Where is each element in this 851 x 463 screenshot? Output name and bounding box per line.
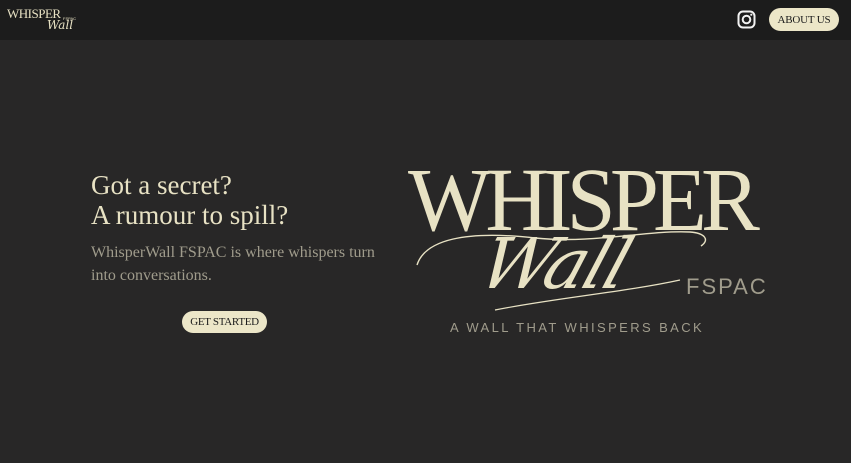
header-logo-wall: Wall <box>47 18 74 32</box>
brand-logo-suffix: FSPAC <box>686 274 768 299</box>
hero-headline-line-1: Got a secret? <box>91 170 232 200</box>
brand-logo: WHISPER Wall FSPAC <box>405 156 768 340</box>
brand-tagline: A WALL THAT WHISPERS BACK <box>450 320 705 335</box>
get-started-button[interactable]: GET STARTED <box>182 311 267 333</box>
about-us-button[interactable]: ABOUT US <box>769 8 839 31</box>
brand-logo-script: Wall <box>469 223 641 305</box>
top-nav-bar: WHISPER FSPAC Wall ABOUT US <box>0 0 851 40</box>
hero-headline-line-2: A rumour to spill? <box>91 200 289 230</box>
hero-description: WhisperWall FSPAC is where whispers turn… <box>91 244 375 284</box>
instagram-icon[interactable] <box>737 10 756 29</box>
hero-headline: Got a secret? A rumour to spill? <box>91 170 391 230</box>
header-logo[interactable]: WHISPER FSPAC Wall <box>7 5 87 35</box>
